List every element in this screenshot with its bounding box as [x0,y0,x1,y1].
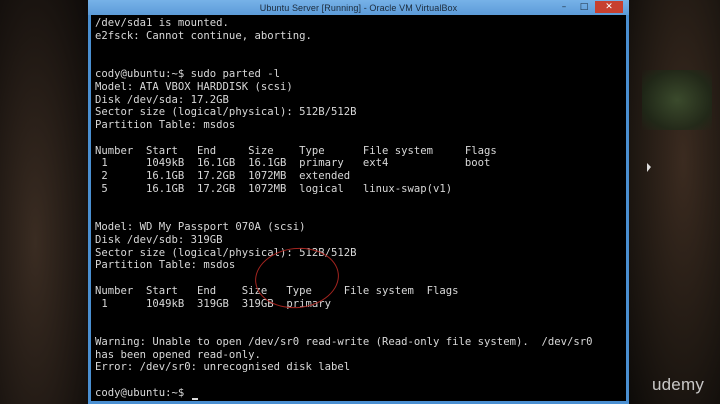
window-title: Ubuntu Server [Running] - Oracle VM Virt… [259,2,458,13]
terminal-line: Number Start End Size Type File system F… [95,284,459,297]
terminal-line: Partition Table: msdos [95,259,236,272]
background-right [628,0,720,404]
terminal-line: Model: WD My Passport 070A (scsi) [95,221,306,233]
minimize-button[interactable]: – [555,1,573,13]
maximize-button[interactable]: □ [575,1,593,13]
terminal-line: Disk /dev/sda: 17.2GB [95,93,229,106]
udemy-watermark: udemy [652,375,705,394]
terminal-line: Sector size (logical/physical): 512B/512… [95,246,357,259]
terminal-line: cody@ubuntu:~$ [95,387,592,400]
terminal-output: /dev/sda1 is mounted. e2fsck: Cannot cont… [95,17,592,400]
terminal-line: Warning: Unable to open /dev/sr0 read-wr… [95,335,593,348]
terminal-screen[interactable]: /dev/sda1 is mounted. e2fsck: Cannot cont… [91,15,626,401]
close-button[interactable]: ✕ [595,1,623,13]
virtualbox-window: Ubuntu Server [Running] - Oracle VM Virt… [88,0,629,404]
terminal-cursor [191,397,198,400]
terminal-line: Disk /dev/sdb: 319GB [95,233,223,246]
terminal-line: has been opened read-only. [95,348,261,361]
terminal-line: Number Start End Size Type File system F… [95,144,497,157]
terminal-line: Error: /dev/sr0: unrecognised disk label [95,361,351,374]
window-controls: – □ ✕ [555,1,623,13]
terminal-line: Partition Table: msdos [95,119,236,131]
mouse-pointer-icon [647,163,651,172]
background-left [0,0,88,404]
terminal-line: 1 1049kB 16.1GB 16.1GB primary ext4 boot [95,157,491,170]
terminal-line: 2 16.1GB 17.2GB 1072MB extended [95,170,351,182]
terminal-line: cody@ubuntu:~$ sudo parted -l [95,68,280,80]
window-titlebar[interactable]: Ubuntu Server [Running] - Oracle VM Virt… [88,0,629,15]
terminal-line: e2fsck: Cannot continue, aborting. [95,29,312,42]
terminal-line: Model: ATA VBOX HARDDISK (scsi) [95,80,293,93]
terminal-line: /dev/sda1 is mounted. [95,17,229,29]
terminal-line: Sector size (logical/physical): 512B/512… [95,106,357,119]
terminal-line: 5 16.1GB 17.2GB 1072MB logical linux-swa… [95,182,453,195]
terminal-line: 1 1049kB 319GB 319GB primary [95,297,331,310]
